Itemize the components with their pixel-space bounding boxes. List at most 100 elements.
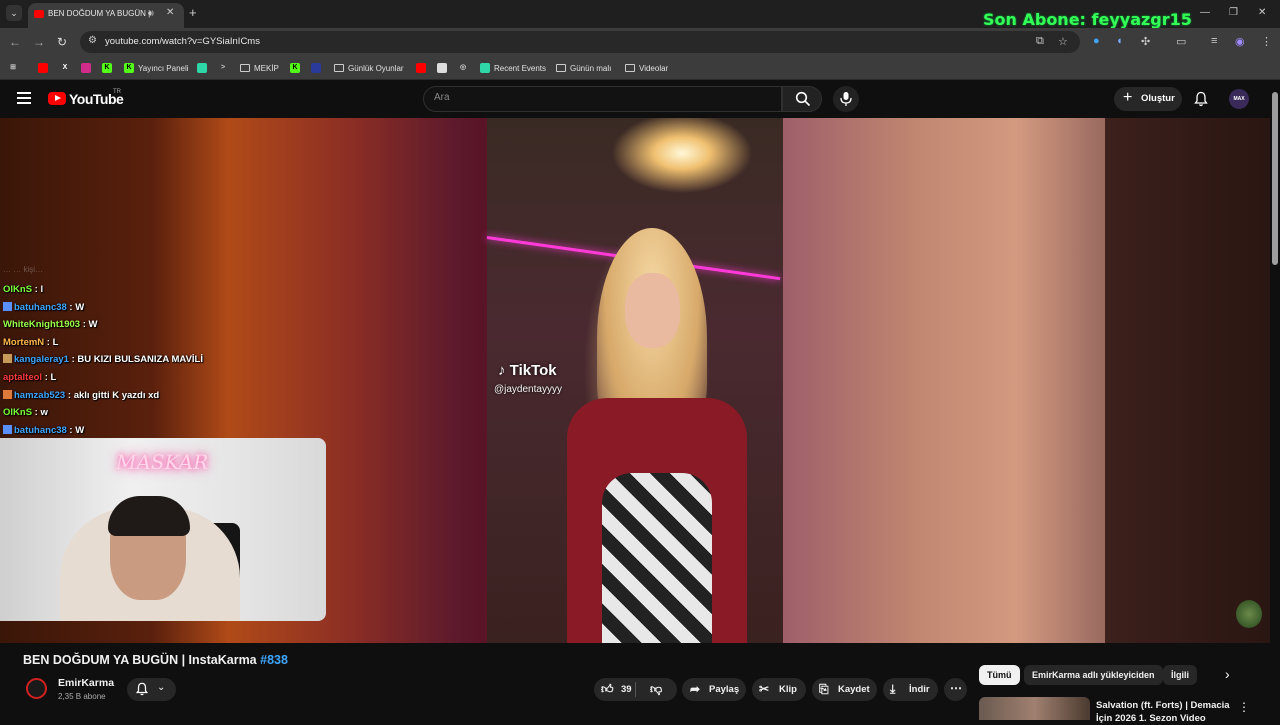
url-text[interactable]: youtube.com/watch?v=GYSiaInICms [105, 36, 260, 47]
search-input[interactable] [434, 92, 764, 103]
bookmark-folder-videolar[interactable]: Videolar [625, 61, 668, 75]
tab-search-button[interactable]: ⌄ [6, 5, 22, 21]
media-controls-icon[interactable]: ≡ [1211, 35, 1217, 47]
last-subscriber-overlay: Son Abone: feyyazgr15 [983, 10, 1192, 29]
tab-title: BEN DOĞDUM YA BUGÜN | [48, 9, 151, 18]
chat-message: batuhanc38 : W [3, 422, 203, 440]
apps-grid-icon[interactable]: ⊞ [8, 61, 22, 75]
clip-button[interactable]: ✂ Klip [752, 678, 806, 701]
chat-username: batuhanc38 [14, 301, 67, 313]
bookmark-recent-events[interactable]: Recent Events [480, 61, 546, 75]
thumbs-down-icon[interactable]: 👎︎ [650, 682, 662, 697]
new-tab-button[interactable]: + [189, 5, 197, 20]
streamer-hair [108, 496, 190, 536]
bookmark-arrow-icon[interactable]: > [218, 61, 232, 75]
window-close-button[interactable]: ✕ [1258, 7, 1266, 18]
browser-menu-icon[interactable]: ⋮ [1261, 35, 1272, 48]
recommendation-menu-icon[interactable]: ⋮ [1238, 700, 1250, 714]
create-label: Oluştur [1141, 93, 1175, 104]
chat-message: OlKnS : l [3, 281, 203, 299]
bookmark-youtube-icon-2[interactable] [416, 61, 430, 75]
create-button[interactable]: + Oluştur [1114, 87, 1182, 111]
bookmark-tool-icon[interactable] [197, 61, 211, 75]
chat-separator: : [66, 424, 76, 436]
tab-close-icon[interactable]: ✕ [166, 7, 174, 18]
chip-from-uploader[interactable]: EmirKarma adlı yükleyiciden [1024, 665, 1163, 685]
bookmark-kick-icon[interactable]: K [102, 61, 116, 75]
bookmark-folder-gunluk-oyunlar[interactable]: Günlük Oyunlar [334, 61, 404, 75]
account-avatar[interactable]: MAX [1229, 89, 1249, 109]
chat-username: batuhanc38 [14, 424, 67, 436]
reload-icon[interactable]: ↻ [57, 35, 67, 49]
recommendation-title[interactable]: Salvation (ft. Forts) | Demacia İçin 202… [1096, 699, 1231, 725]
channel-avatar[interactable] [26, 678, 47, 699]
maximize-button[interactable]: ❐ [1229, 7, 1238, 18]
bell-icon [135, 682, 149, 696]
video-player[interactable]: ♪ TikTok @jaydentayyyy … … kişi… OlKnS :… [0, 118, 1270, 643]
minimize-button[interactable]: — [1200, 7, 1210, 18]
bookmark-star-icon[interactable]: ☆ [1058, 35, 1068, 48]
bookmark-icon: ⎘ [819, 682, 829, 696]
bookmark-game-icon[interactable] [437, 61, 451, 75]
share-arrow-icon: ➦ [690, 682, 701, 696]
bookmark-instagram-icon[interactable] [81, 61, 95, 75]
channel-watermark-icon[interactable] [1236, 600, 1262, 628]
extensions-puzzle-icon[interactable]: ✣ [1141, 35, 1150, 48]
region-code: TR [113, 89, 121, 95]
bookmark-yayinci-paneli[interactable]: K Yayıncı Paneli [124, 61, 189, 75]
search-button[interactable] [782, 86, 822, 112]
share-button[interactable]: ➦ Paylaş [682, 678, 746, 701]
profile-icon[interactable]: ◉ [1235, 35, 1245, 48]
download-button[interactable]: ⤓ İndir [883, 678, 938, 701]
site-info-icon[interactable]: ⚙ [88, 35, 97, 46]
bookmark-kick-icon-2[interactable]: K [290, 61, 304, 75]
youtube-logo-icon[interactable] [48, 92, 66, 105]
subscriber-count: 2,35 B abone [58, 692, 106, 701]
bookmark-folder-gunun-mali[interactable]: Günün malı [556, 61, 611, 75]
video-hashtag[interactable]: #838 [260, 653, 288, 667]
chat-text: BU KIZI BULSANIZA MAVİLİ [77, 354, 203, 366]
audio-playing-icon[interactable]: 🔊︎ [148, 8, 154, 19]
extension-icon[interactable]: ● [1093, 35, 1100, 47]
install-app-icon[interactable]: ⧉ [1036, 35, 1044, 48]
side-panel-icon[interactable]: ▭ [1176, 35, 1186, 48]
search-box[interactable] [423, 86, 782, 112]
chat-text: W [75, 301, 85, 313]
more-dots-icon: ⋯ [950, 681, 962, 695]
chat-separator: : [80, 319, 89, 331]
chat-badge-icon [3, 424, 12, 434]
voice-extension-icon[interactable]: ◖ [1116, 35, 1123, 47]
page-scrollbar[interactable] [1270, 80, 1280, 720]
chip-all[interactable]: Tümü [979, 665, 1020, 685]
bookmark-youtube-icon[interactable] [38, 61, 52, 75]
like-count[interactable]: 39 [621, 684, 632, 695]
address-bar[interactable]: ⚙ youtube.com/watch?v=GYSiaInICms ⧉ ☆ [80, 31, 1080, 53]
chat-faded-line: … … kişi… [3, 265, 43, 274]
chips-next-chevron-icon[interactable]: › [1225, 666, 1230, 682]
thumbs-up-icon[interactable]: 👍︎ [601, 682, 614, 697]
bookmark-x-icon[interactable]: X [60, 61, 74, 75]
bookmark-label: Günün malı [570, 63, 612, 73]
channel-name[interactable]: EmirKarma [58, 677, 114, 689]
chip-related[interactable]: İlgili [1163, 665, 1197, 685]
bookmark-blue-icon[interactable] [311, 61, 325, 75]
tiktok-logo: ♪ TikTok [498, 362, 557, 379]
recommendation-thumbnail[interactable] [979, 697, 1090, 720]
forward-arrow-icon[interactable]: → [33, 35, 45, 49]
scrollbar-thumb[interactable] [1272, 92, 1278, 265]
chat-text: L [52, 336, 59, 348]
save-button[interactable]: ⎘ Kaydet [812, 678, 877, 701]
bookmark-label: Recent Events [494, 63, 547, 73]
hamburger-menu-icon[interactable] [17, 92, 31, 104]
bookmark-globe-icon[interactable]: ◎ [458, 61, 472, 75]
chat-message: batuhanc38 : W [3, 299, 203, 317]
browser-tab-active[interactable]: BEN DOĞDUM YA BUGÜN | 🔊︎ ✕ [28, 3, 184, 28]
voice-search-button[interactable] [833, 86, 859, 112]
chat-separator: : [66, 301, 76, 313]
youtube-header: YouTube TR + Oluştur MAX [0, 80, 1270, 118]
bookmark-folder-mekip[interactable]: MEKİP [240, 61, 279, 75]
notifications-bell-icon[interactable] [1193, 91, 1209, 107]
back-arrow-icon[interactable]: ← [9, 35, 21, 49]
more-actions-button[interactable]: ⋯ [944, 678, 967, 701]
subscription-bell-button[interactable]: ⌄ [127, 678, 176, 701]
